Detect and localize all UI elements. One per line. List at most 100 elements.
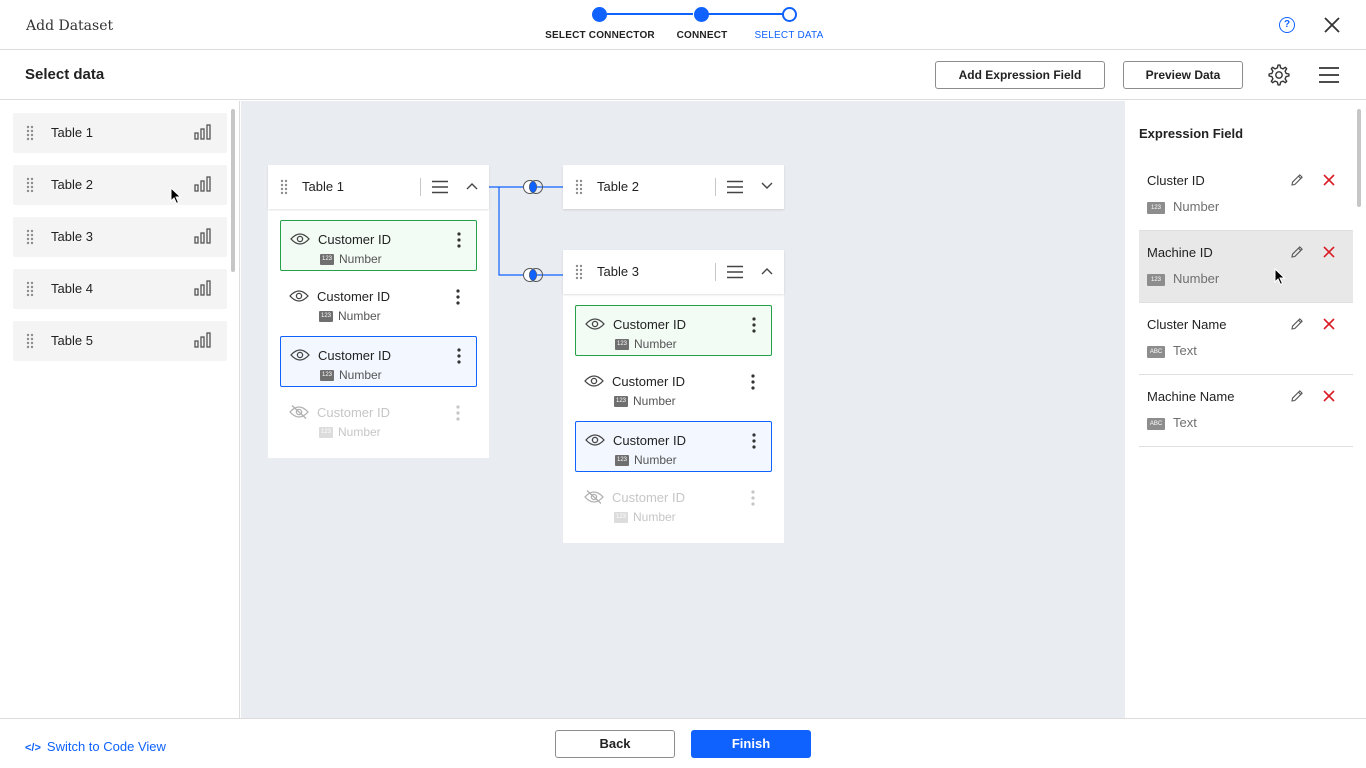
join-icon[interactable] xyxy=(521,179,545,195)
table-list-item[interactable]: Table 2 xyxy=(13,165,227,205)
add-expression-field-button[interactable]: Add Expression Field xyxy=(935,61,1105,89)
expression-field-item[interactable]: Machine Name ABC Text xyxy=(1139,375,1353,447)
field-row[interactable]: Customer ID 123 Number xyxy=(280,220,477,271)
delete-x-icon[interactable] xyxy=(1323,390,1335,402)
drag-handle-icon[interactable] xyxy=(26,281,34,297)
drag-handle-icon[interactable] xyxy=(26,125,34,141)
eye-icon[interactable] xyxy=(585,433,605,447)
expression-field-item[interactable]: Cluster Name ABC Text xyxy=(1139,303,1353,375)
expression-field-item[interactable]: Cluster ID 123 Number xyxy=(1139,159,1353,231)
pencil-icon[interactable] xyxy=(1290,245,1304,259)
eye-icon[interactable] xyxy=(290,232,310,246)
finish-button[interactable]: Finish xyxy=(691,730,811,758)
divider xyxy=(715,263,716,281)
join-icon[interactable] xyxy=(521,267,545,283)
number-type-icon: 123 xyxy=(1147,202,1165,214)
kebab-menu-icon[interactable] xyxy=(457,232,461,248)
field-name: Customer ID xyxy=(613,317,686,332)
pencil-icon[interactable] xyxy=(1290,317,1304,331)
table-list-item[interactable]: Table 4 xyxy=(13,269,227,309)
bar-chart-icon[interactable] xyxy=(194,124,212,140)
drag-handle-icon[interactable] xyxy=(280,179,288,195)
field-name: Customer ID xyxy=(613,433,686,448)
delete-x-icon[interactable] xyxy=(1323,246,1335,258)
eye-icon[interactable] xyxy=(585,317,605,331)
table-list-item[interactable]: Table 1 xyxy=(13,113,227,153)
step-label-connect[interactable]: CONNECT xyxy=(677,30,728,41)
eye-icon[interactable] xyxy=(290,348,310,362)
code-icon: </> xyxy=(25,742,41,754)
table-card-header[interactable]: Table 2 xyxy=(563,165,784,209)
step-label-select-data[interactable]: SELECT DATA xyxy=(755,30,824,41)
help-icon[interactable]: ? xyxy=(1279,17,1295,33)
drag-handle-icon[interactable] xyxy=(575,264,583,280)
chevron-up-icon[interactable] xyxy=(761,266,773,276)
step-dot-select-connector[interactable] xyxy=(592,7,607,22)
table-list-item[interactable]: Table 3 xyxy=(13,217,227,257)
table-list-item[interactable]: Table 5 xyxy=(13,321,227,361)
drag-handle-icon[interactable] xyxy=(575,179,583,195)
switch-to-code-view-link[interactable]: </> Switch to Code View xyxy=(25,739,166,754)
step-dot-connect[interactable] xyxy=(694,7,709,22)
hamburger-menu-icon[interactable] xyxy=(432,180,448,194)
back-button[interactable]: Back xyxy=(555,730,675,758)
hamburger-menu-icon[interactable] xyxy=(1318,66,1340,84)
field-row[interactable]: Customer ID 123 Number xyxy=(575,305,772,356)
number-type-icon: 123 xyxy=(319,427,333,438)
gear-icon[interactable] xyxy=(1267,63,1291,87)
eye-off-icon[interactable] xyxy=(289,405,309,419)
delete-x-icon[interactable] xyxy=(1323,174,1335,186)
divider xyxy=(420,178,421,196)
eye-icon[interactable] xyxy=(584,374,604,388)
bar-chart-icon[interactable] xyxy=(194,280,212,296)
kebab-menu-icon[interactable] xyxy=(752,433,756,449)
table-list-panel: Table 1 Table 2 Table 3 Table 4 Table 5 xyxy=(0,101,240,718)
scrollbar[interactable] xyxy=(1357,109,1361,207)
drag-handle-icon[interactable] xyxy=(26,177,34,193)
expression-field-item[interactable]: Machine ID 123 Number xyxy=(1139,231,1353,303)
drag-handle-icon[interactable] xyxy=(26,333,34,349)
pencil-icon[interactable] xyxy=(1290,389,1304,403)
expression-field-type: Text xyxy=(1173,343,1197,358)
kebab-menu-icon[interactable] xyxy=(751,490,755,506)
field-row[interactable]: Customer ID 123 Number xyxy=(575,421,772,472)
close-icon[interactable] xyxy=(1322,15,1342,35)
eye-icon[interactable] xyxy=(289,289,309,303)
expression-field-name: Machine ID xyxy=(1147,245,1213,260)
number-type-icon: 123 xyxy=(614,512,628,523)
bar-chart-icon[interactable] xyxy=(194,176,212,192)
field-row[interactable]: Customer ID 123 Number xyxy=(280,278,477,329)
bar-chart-icon[interactable] xyxy=(194,228,212,244)
table-card-table-3: Table 3 Customer ID 123 Number Customer … xyxy=(563,250,784,543)
scrollbar[interactable] xyxy=(231,109,235,272)
field-type: Number xyxy=(634,453,677,467)
kebab-menu-icon[interactable] xyxy=(456,405,460,421)
table-card-title: Table 1 xyxy=(302,179,344,194)
delete-x-icon[interactable] xyxy=(1323,318,1335,330)
kebab-menu-icon[interactable] xyxy=(457,348,461,364)
step-label-select-connector[interactable]: SELECT CONNECTOR xyxy=(545,30,655,41)
field-row[interactable]: Customer ID 123 Number xyxy=(280,336,477,387)
preview-data-button[interactable]: Preview Data xyxy=(1123,61,1243,89)
expression-field-type: Number xyxy=(1173,199,1220,214)
bar-chart-icon[interactable] xyxy=(194,332,212,348)
hamburger-menu-icon[interactable] xyxy=(727,180,743,194)
table-card-header[interactable]: Table 3 xyxy=(563,250,784,294)
expression-field-name: Cluster ID xyxy=(1147,173,1205,188)
hamburger-menu-icon[interactable] xyxy=(727,265,743,279)
kebab-menu-icon[interactable] xyxy=(751,374,755,390)
field-row[interactable]: Customer ID 123 Number xyxy=(280,394,477,445)
pencil-icon[interactable] xyxy=(1290,173,1304,187)
table-card-header[interactable]: Table 1 xyxy=(268,165,489,209)
table-list-item-label: Table 4 xyxy=(51,281,93,296)
table-list-item-label: Table 2 xyxy=(51,177,93,192)
chevron-down-icon[interactable] xyxy=(761,181,773,191)
field-row[interactable]: Customer ID 123 Number xyxy=(575,363,772,414)
eye-off-icon[interactable] xyxy=(584,490,604,504)
kebab-menu-icon[interactable] xyxy=(752,317,756,333)
field-row[interactable]: Customer ID 123 Number xyxy=(575,479,772,530)
drag-handle-icon[interactable] xyxy=(26,229,34,245)
kebab-menu-icon[interactable] xyxy=(456,289,460,305)
chevron-up-icon[interactable] xyxy=(466,181,478,191)
step-dot-select-data[interactable] xyxy=(782,7,797,22)
